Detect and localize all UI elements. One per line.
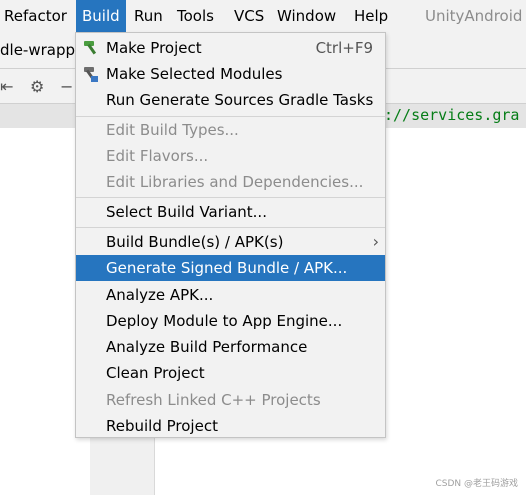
make-project-item[interactable]: Make Project Ctrl+F9	[76, 35, 385, 61]
module-hammer-icon	[82, 64, 100, 84]
menu-build[interactable]: Build	[76, 0, 126, 32]
edit-build-types-item: Edit Build Types...	[106, 121, 239, 139]
menu-bar: Refactor Build Run Tools VCS Window Help…	[0, 0, 526, 32]
watermark: CSDN @老王码游戏	[435, 479, 518, 489]
build-menu-dropdown: Make Project Ctrl+F9 Make Selected Modul…	[75, 32, 386, 438]
gear-icon[interactable]: ⚙	[30, 77, 44, 96]
minimize-icon[interactable]: −	[60, 77, 73, 96]
build-bundles-apks-item[interactable]: Build Bundle(s) / APK(s) ›	[76, 229, 385, 255]
menu-refactor[interactable]: Refactor	[4, 0, 67, 32]
code-line[interactable]: ://services.gra	[384, 106, 519, 124]
app-title: UnityAndroid	[425, 7, 523, 25]
menu-help[interactable]: Help	[354, 0, 388, 32]
make-project-shortcut: Ctrl+F9	[315, 39, 373, 57]
run-generate-sources-item[interactable]: Run Generate Sources Gradle Tasks	[76, 87, 385, 113]
chevron-right-icon: ›	[372, 232, 379, 251]
menu-run[interactable]: Run	[134, 0, 163, 32]
file-tab[interactable]: dle-wrapp	[0, 41, 75, 59]
analyze-build-performance-item[interactable]: Analyze Build Performance	[76, 334, 385, 360]
refresh-linked-cpp-item: Refresh Linked C++ Projects	[106, 391, 321, 409]
edit-libraries-item: Edit Libraries and Dependencies...	[106, 173, 364, 191]
select-build-variant-item[interactable]: Select Build Variant...	[76, 199, 385, 225]
analyze-apk-item[interactable]: Analyze APK...	[76, 282, 385, 308]
menu-vcs[interactable]: VCS	[234, 0, 264, 32]
clean-project-item[interactable]: Clean Project	[76, 360, 385, 386]
generate-signed-bundle-item[interactable]: Generate Signed Bundle / APK...	[76, 255, 385, 281]
collapse-icon[interactable]: ⇤	[0, 77, 13, 96]
deploy-module-item[interactable]: Deploy Module to App Engine...	[76, 308, 385, 334]
menu-separator	[76, 197, 385, 198]
edit-flavors-item: Edit Flavors...	[106, 147, 209, 165]
menu-tools[interactable]: Tools	[177, 0, 214, 32]
menu-window[interactable]: Window	[277, 0, 336, 32]
make-selected-modules-item[interactable]: Make Selected Modules	[76, 61, 385, 87]
rebuild-project-item[interactable]: Rebuild Project	[76, 413, 385, 439]
menu-separator	[76, 227, 385, 228]
hammer-icon	[82, 38, 100, 58]
